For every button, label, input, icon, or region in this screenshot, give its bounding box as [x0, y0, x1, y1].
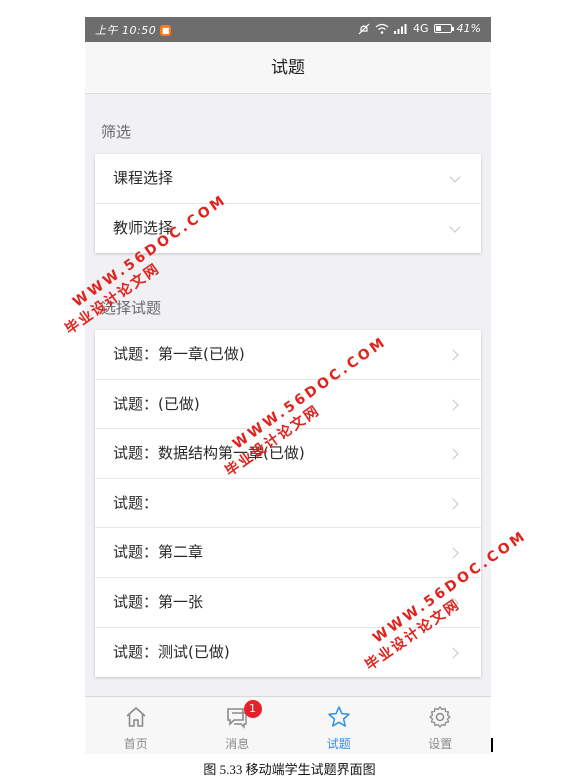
status-bar: 上午 10:50 ■ 4G 41% [85, 17, 491, 42]
signal-icon [394, 24, 407, 34]
page-title: 试题 [85, 42, 491, 94]
tab-exams-label: 试题 [326, 737, 351, 751]
figure-caption: 图 5.33 移动端学生试题界面图 [203, 762, 376, 777]
text-cursor [491, 738, 493, 752]
exam-item-label: 试题：测试(已做) [113, 642, 230, 661]
exam-item-label: 试题：第一张 [113, 592, 204, 611]
exam-item[interactable]: 试题：第二章 [95, 528, 481, 578]
app-notification-icon: ■ [160, 24, 172, 36]
exam-item-label: 试题：第二章 [113, 543, 204, 562]
exam-item-label: 试题： [113, 493, 159, 512]
course-select-label: 课程选择 [113, 169, 174, 187]
chevron-right-icon [447, 498, 459, 510]
battery-icon [433, 24, 454, 33]
tab-settings-label: 设置 [428, 737, 453, 751]
home-icon [126, 706, 146, 727]
tab-exams[interactable]: 试题 [288, 697, 390, 754]
chevron-right-icon [447, 547, 459, 560]
chevron-right-icon [447, 398, 459, 411]
chevron-right-icon [447, 448, 459, 460]
tab-messages[interactable]: 1 消息 [187, 697, 289, 754]
tab-bar: 首页 1 消息 试题 设置 [85, 696, 491, 754]
network-type: 4G [413, 22, 429, 35]
tab-home-label: 首页 [123, 737, 148, 751]
chevron-down-icon [449, 220, 461, 233]
battery-percent: 41% [456, 22, 481, 35]
wifi-icon [375, 23, 389, 34]
tab-home[interactable]: 首页 [85, 697, 187, 754]
phone-screen: 上午 10:50 ■ 4G 41% 试题 筛选 课程选择 教师选择 选择试题 试… [85, 17, 491, 754]
chevron-right-icon [447, 646, 459, 659]
chevron-right-icon [447, 349, 459, 361]
gear-icon [429, 706, 451, 728]
chevron-down-icon [449, 171, 461, 183]
unread-badge: 1 [243, 700, 262, 718]
filter-section-title: 筛选 [101, 123, 132, 141]
course-select[interactable]: 课程选择 [95, 154, 481, 204]
exam-item[interactable]: 试题： [95, 479, 481, 529]
tab-settings[interactable]: 设置 [390, 697, 492, 754]
exam-item-label: 试题：(已做) [113, 394, 200, 413]
tab-messages-label: 消息 [225, 737, 250, 751]
star-icon [328, 706, 350, 727]
status-time: 上午 10:50 [95, 24, 157, 37]
exam-item[interactable]: 试题：第一章(已做) [95, 330, 481, 380]
battery-level [435, 26, 442, 31]
mute-icon [358, 23, 370, 34]
exam-item-label: 试题：第一章(已做) [113, 345, 245, 363]
